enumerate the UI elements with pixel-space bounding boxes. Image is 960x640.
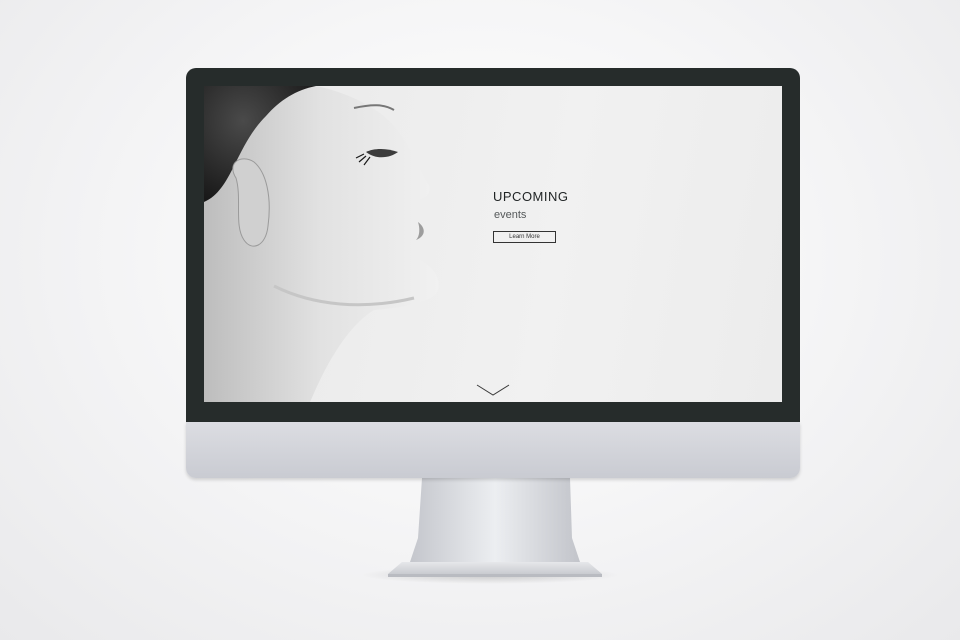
hero-portrait-image xyxy=(204,86,439,402)
learn-more-button[interactable]: Learn More xyxy=(493,231,556,243)
monitor-chin xyxy=(186,422,800,478)
monitor-bezel: UPCOMING events Learn More xyxy=(186,68,800,422)
hero-title: UPCOMING xyxy=(493,189,569,204)
monitor: UPCOMING events Learn More xyxy=(186,68,800,480)
chevron-down-icon[interactable] xyxy=(476,383,510,397)
website-screen: UPCOMING events Learn More xyxy=(204,86,782,402)
hero-subtitle: events xyxy=(494,209,527,221)
monitor-stand xyxy=(388,478,602,577)
